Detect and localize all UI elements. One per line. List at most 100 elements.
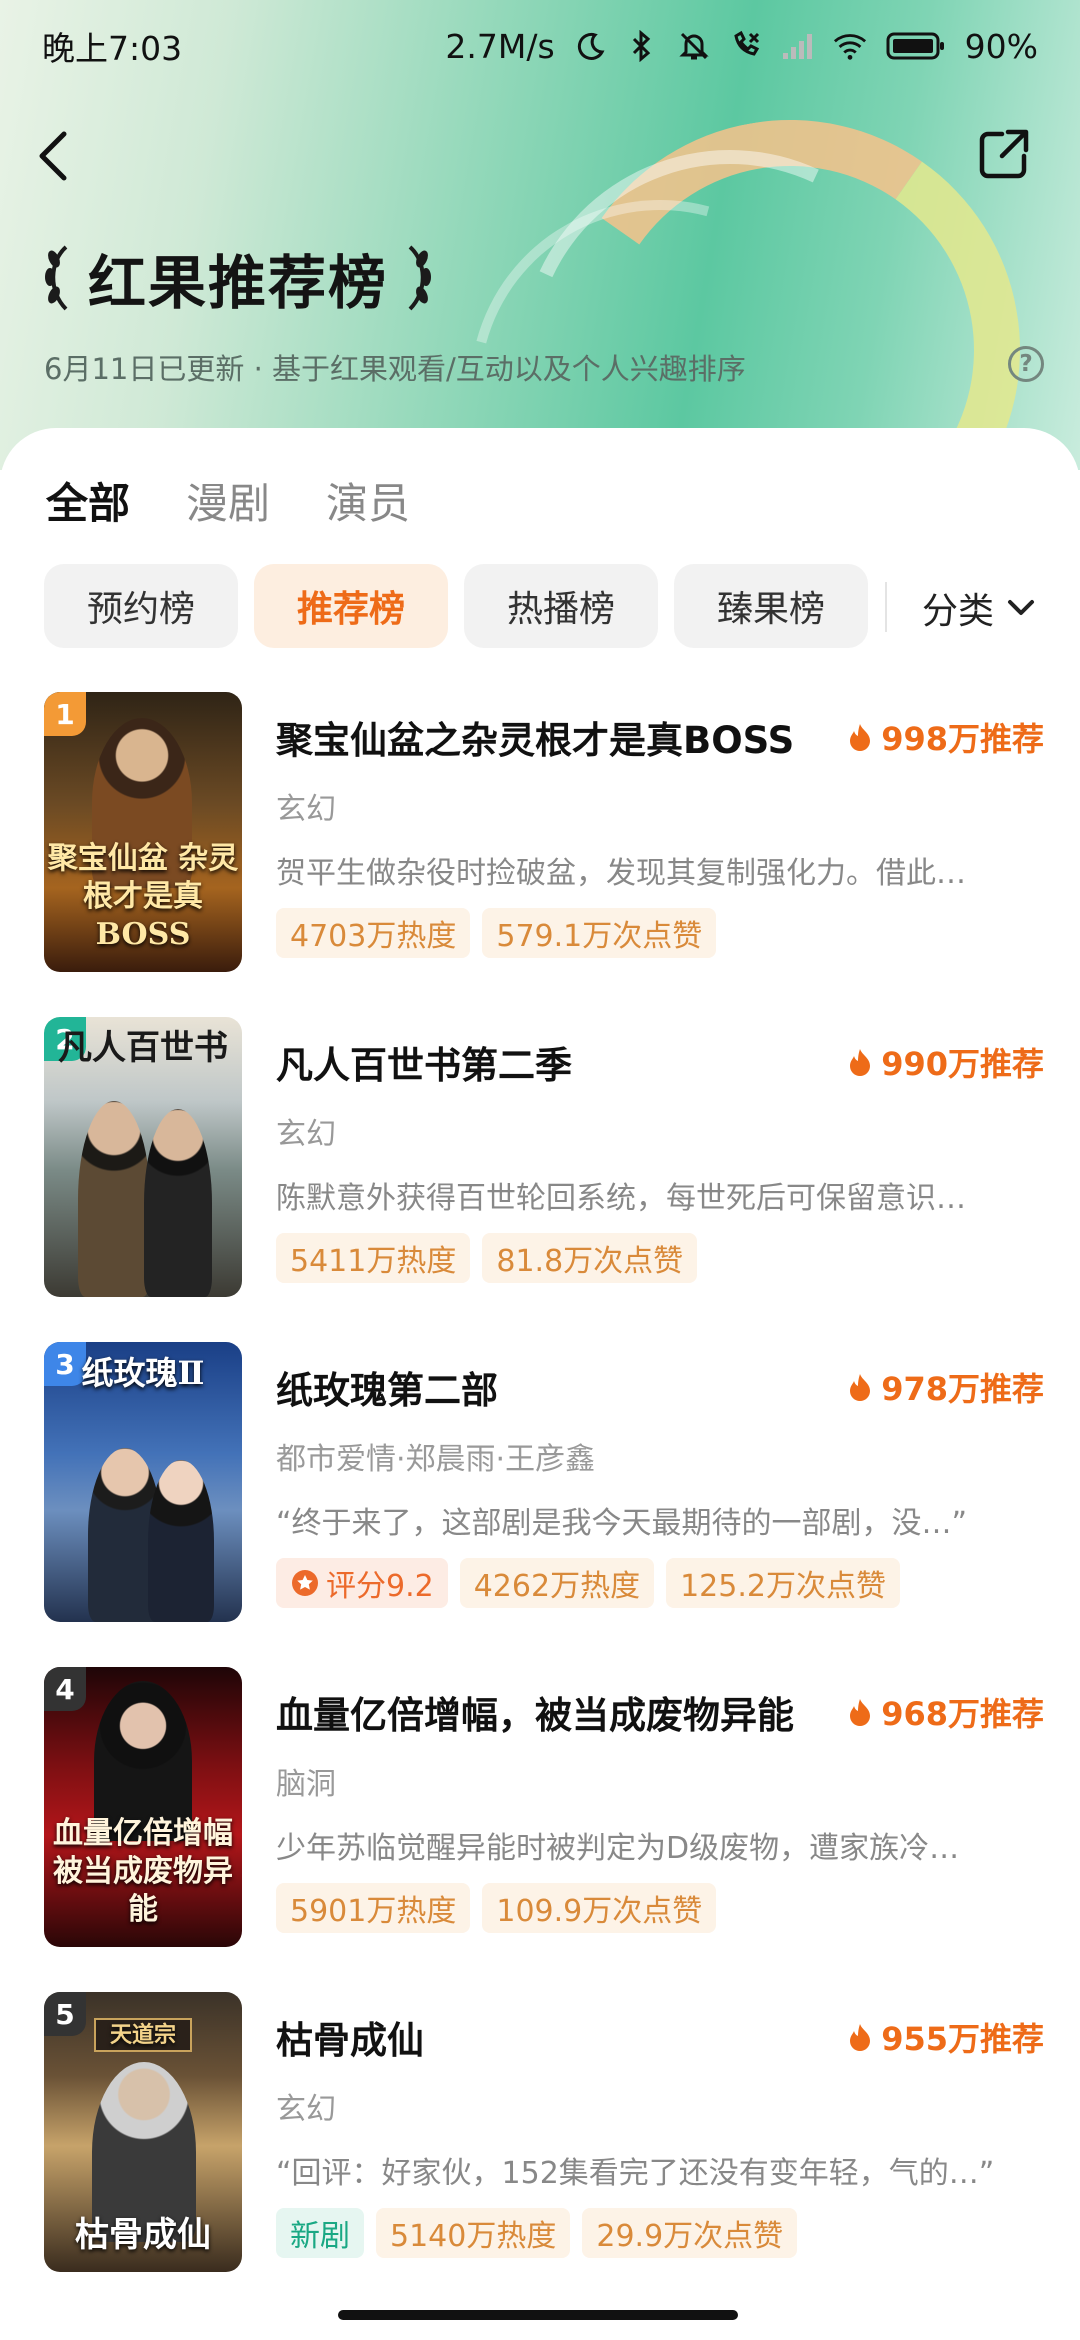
drama-title: 聚宝仙盆之杂灵根才是真BOSS: [276, 719, 795, 762]
list-item[interactable]: 天道宗 5 枯骨成仙 枯骨成仙 955万推荐 玄幻 “回评：好家伙，152集看完…: [44, 1992, 1044, 2317]
recommend-count: 978万推荐: [847, 1364, 1044, 1410]
drama-title: 枯骨成仙: [276, 2019, 424, 2062]
likes-tag: 125.2万次点赞: [666, 1558, 900, 1608]
flame-icon: [850, 724, 871, 751]
rank-badge: 5: [44, 1992, 86, 2036]
share-button[interactable]: [974, 124, 1034, 184]
moon-icon: [573, 29, 607, 63]
signal-icon: [781, 29, 815, 63]
poster-figure: [144, 1109, 212, 1297]
ranking-filter-chips: 预约榜 推荐榜 热播榜 臻果榜: [44, 564, 868, 648]
tab-actors[interactable]: 演员: [326, 470, 410, 531]
recommend-count: 998万推荐: [847, 714, 1044, 760]
likes-tag: 109.9万次点赞: [482, 1883, 717, 1933]
chip-reservation[interactable]: 预约榜: [44, 564, 238, 648]
list-item[interactable]: 2 凡人百世书 凡人百世书第二季 990万推荐 玄幻 陈默意外获得百世轮回系统，…: [44, 1017, 1044, 1342]
tag-list: 5901万热度 109.9万次点赞: [276, 1883, 717, 1933]
score-text: 评分9.2: [326, 1569, 434, 1604]
flame-icon: [850, 2024, 871, 2051]
drama-title: 血量亿倍增幅，被当成废物异能: [276, 1694, 794, 1737]
chip-premium[interactable]: 臻果榜: [674, 564, 868, 648]
laurel-right-icon: [408, 245, 432, 311]
poster-image: 3 纸玫瑰Ⅱ: [44, 1342, 242, 1622]
battery-percent: 90%: [964, 26, 1038, 66]
update-subtitle: 6月11日已更新 · 基于红果观看/互动以及个人兴趣排序: [44, 352, 746, 386]
laurel-left-icon: [45, 245, 68, 311]
status-time: 晚上7:03: [42, 29, 183, 68]
score-tag: 评分9.2: [276, 1558, 448, 1608]
share-icon: [979, 129, 1029, 179]
heat-tag: 5411万热度: [276, 1233, 471, 1283]
poster-image: 4 血量亿倍增幅 被当成废物异能: [44, 1667, 242, 1947]
chip-hot[interactable]: 热播榜: [464, 564, 658, 648]
home-indicator[interactable]: [338, 2310, 738, 2320]
genre: 玄幻: [276, 792, 336, 827]
likes-tag: 81.8万次点赞: [482, 1233, 698, 1283]
poster-title: 凡人百世书: [58, 1028, 228, 1068]
genre: 都市爱情·郑晨雨·王彦鑫: [276, 1442, 596, 1477]
heat-tag: 4703万热度: [276, 908, 471, 958]
drama-title: 纸玫瑰第二部: [276, 1369, 498, 1412]
list-item[interactable]: 3 纸玫瑰Ⅱ 纸玫瑰第二部 978万推荐 都市爱情·郑晨雨·王彦鑫 “终于来了，…: [44, 1342, 1044, 1667]
wifi-icon: [833, 29, 867, 63]
page-title-row: 红果推荐榜: [40, 236, 436, 320]
flame-icon: [850, 1699, 871, 1726]
list-item[interactable]: 4 血量亿倍增幅 被当成废物异能 血量亿倍增幅，被当成废物异能 968万推荐 脑…: [44, 1667, 1044, 1992]
recommend-text: 955万推荐: [881, 2020, 1044, 2058]
poster-image: 天道宗 5 枯骨成仙: [44, 1992, 242, 2272]
flame-icon: [850, 1049, 871, 1076]
call-blocked-icon: [729, 29, 763, 63]
heat-tag: 5140万热度: [376, 2208, 571, 2258]
rank-badge: 4: [44, 1667, 86, 1711]
poster-figure: [78, 1101, 150, 1297]
category-label: 分类: [922, 591, 995, 632]
list-item[interactable]: 1 聚宝仙盆 杂灵根才是真BOSS 聚宝仙盆之杂灵根才是真BOSS 998万推荐…: [44, 692, 1044, 1017]
star-badge-icon: [292, 1570, 318, 1596]
description: 陈默意外获得百世轮回系统，每世死后可保留意识…: [276, 1181, 966, 1216]
poster-image: 2 凡人百世书: [44, 1017, 242, 1297]
divider: [885, 582, 887, 632]
network-speed: 2.7M/s: [445, 26, 555, 66]
genre: 脑洞: [276, 1767, 336, 1802]
recommend-count: 990万推荐: [847, 1039, 1044, 1085]
recommend-count: 955万推荐: [847, 2014, 1044, 2060]
top-tabs: 全部 漫剧 演员: [46, 470, 410, 531]
tag-list: 4703万热度 579.1万次点赞: [276, 908, 717, 958]
recommend-text: 998万推荐: [881, 720, 1044, 758]
likes-tag: 29.9万次点赞: [582, 2208, 798, 2258]
heat-tag: 4262万热度: [459, 1558, 655, 1608]
recommend-count: 968万推荐: [847, 1689, 1044, 1735]
flame-icon: [850, 1374, 871, 1401]
tab-comic-drama[interactable]: 漫剧: [186, 470, 270, 531]
poster-title: 纸玫瑰Ⅱ: [81, 1354, 205, 1392]
chip-recommend[interactable]: 推荐榜: [254, 564, 448, 648]
genre: 玄幻: [276, 2092, 336, 2127]
description: “终于来了，这部剧是我今天最期待的一部剧，没…”: [276, 1506, 968, 1541]
poster-title: 血量亿倍增幅 被当成废物异能: [53, 1816, 233, 1927]
tag-list: 新剧 5140万热度 29.9万次点赞: [276, 2208, 798, 2258]
tab-all[interactable]: 全部: [46, 470, 130, 531]
chevron-down-icon: [1008, 600, 1035, 615]
recommend-text: 990万推荐: [881, 1045, 1044, 1083]
help-icon[interactable]: ?: [1008, 346, 1044, 382]
chevron-left-icon: [39, 131, 67, 181]
rank-badge: 1: [44, 692, 86, 736]
tag-list: 评分9.2 4262万热度 125.2万次点赞: [276, 1558, 900, 1608]
ranking-list: 1 聚宝仙盆 杂灵根才是真BOSS 聚宝仙盆之杂灵根才是真BOSS 998万推荐…: [44, 692, 1044, 2317]
bluetooth-icon: [625, 29, 659, 63]
recommend-text: 968万推荐: [881, 1695, 1044, 1733]
poster-figure: [148, 1460, 214, 1622]
drama-title: 凡人百世书第二季: [276, 1044, 572, 1087]
likes-tag: 579.1万次点赞: [482, 908, 717, 958]
description: “回评：好家伙，152集看完了还没有变年轻，气的…”: [276, 2156, 995, 2191]
tag-list: 5411万热度 81.8万次点赞: [276, 1233, 698, 1283]
heat-tag: 5901万热度: [276, 1883, 471, 1933]
description: 贺平生做杂役时捡破盆，发现其复制强化力。借此…: [276, 856, 966, 891]
battery-icon: [885, 29, 947, 63]
back-button[interactable]: [24, 124, 88, 188]
poster-sign: 天道宗: [94, 2018, 192, 2052]
description: 少年苏临觉醒异能时被判定为D级废物，遭家族冷…: [276, 1831, 960, 1866]
category-dropdown[interactable]: 分类: [922, 582, 1038, 634]
poster-title: 枯骨成仙: [75, 2215, 211, 2255]
status-bar: 晚上7:03 2.7M/s 90%: [0, 0, 1080, 92]
